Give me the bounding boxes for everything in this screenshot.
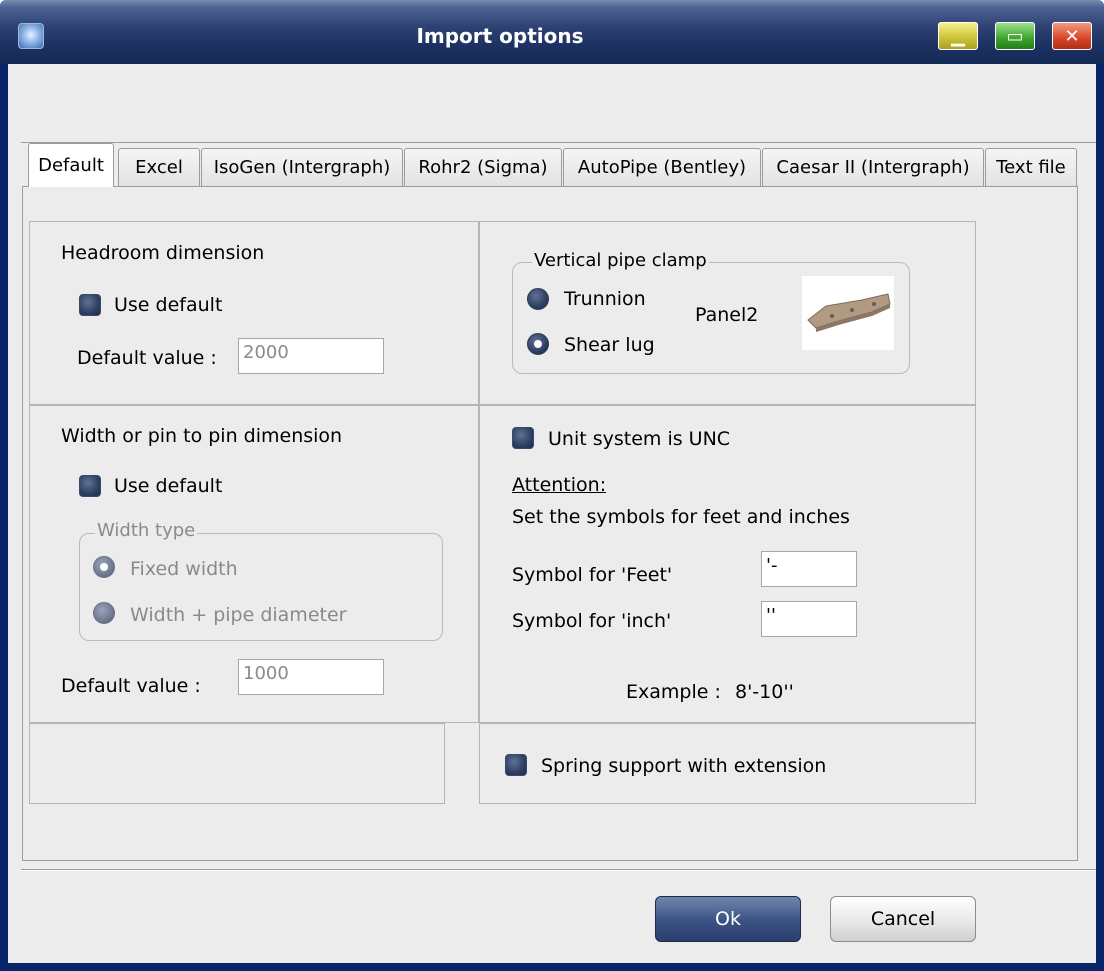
headroom-use-default-label: Use default <box>114 294 223 316</box>
headroom-title: Headroom dimension <box>61 242 265 264</box>
width-default-value-label: Default value : <box>61 675 201 697</box>
fixed-width-label: Fixed width <box>130 558 238 580</box>
width-type-legend: Width type <box>95 520 198 541</box>
empty-bottom-panel <box>29 723 445 804</box>
attention-text: Set the symbols for feet and inches <box>512 506 850 528</box>
panel2-label: Panel2 <box>695 304 759 326</box>
fixed-width-radio[interactable] <box>93 556 115 578</box>
cancel-button[interactable]: Cancel <box>830 896 976 942</box>
trunnion-label: Trunnion <box>564 288 646 310</box>
headroom-default-value-input[interactable]: 2000 <box>238 338 384 374</box>
example-value: 8'-10'' <box>735 681 794 703</box>
attention-heading: Attention: <box>512 474 607 496</box>
close-button[interactable]: ✕ <box>1052 22 1092 50</box>
minimize-icon: ▁ <box>951 25 965 47</box>
title-bar[interactable]: Import options ▁ ▭ ✕ <box>0 0 1104 64</box>
headroom-use-default-checkbox[interactable] <box>79 294 101 316</box>
clamp-preview-image <box>802 276 894 350</box>
top-panel <box>21 64 1096 143</box>
close-icon: ✕ <box>1064 25 1080 47</box>
tab-rohr2[interactable]: Rohr2 (Sigma) <box>404 148 562 186</box>
width-use-default-checkbox[interactable] <box>79 475 101 497</box>
width-plus-diameter-radio[interactable] <box>93 602 115 624</box>
headroom-default-value-label: Default value : <box>77 347 217 369</box>
tab-default[interactable]: Default <box>28 143 114 187</box>
minimize-button[interactable]: ▁ <box>938 22 978 50</box>
shear-lug-clamp-icon <box>807 293 891 332</box>
shear-lug-radio[interactable] <box>527 333 549 355</box>
width-use-default-label: Use default <box>114 475 223 497</box>
trunnion-radio[interactable] <box>527 288 549 310</box>
feet-symbol-input[interactable]: '- <box>761 551 857 587</box>
inch-symbol-label: Symbol for 'inch' <box>512 610 672 632</box>
example-label: Example : <box>626 681 721 703</box>
tab-caesar[interactable]: Caesar II (Intergraph) <box>762 148 984 186</box>
spring-support-checkbox[interactable] <box>505 754 527 776</box>
footer-separator <box>21 869 1096 871</box>
width-title: Width or pin to pin dimension <box>61 425 343 447</box>
tab-excel[interactable]: Excel <box>118 148 200 186</box>
unc-label: Unit system is UNC <box>548 428 731 450</box>
ok-button[interactable]: Ok <box>655 896 801 942</box>
tab-isogen[interactable]: IsoGen (Intergraph) <box>201 148 403 186</box>
spring-support-label: Spring support with extension <box>541 755 827 777</box>
feet-symbol-label: Symbol for 'Feet' <box>512 564 673 586</box>
window-title: Import options <box>416 24 584 48</box>
maximize-icon: ▭ <box>1006 25 1024 47</box>
inch-symbol-input[interactable]: '' <box>761 601 857 637</box>
unc-checkbox[interactable] <box>512 427 534 449</box>
tab-text-file[interactable]: Text file <box>985 148 1077 186</box>
tab-autopipe[interactable]: AutoPipe (Bentley) <box>563 148 761 186</box>
shear-lug-label: Shear lug <box>564 334 655 356</box>
maximize-button[interactable]: ▭ <box>995 22 1035 50</box>
width-plus-diameter-label: Width + pipe diameter <box>130 604 347 626</box>
width-default-value-input[interactable]: 1000 <box>238 659 384 695</box>
vertical-clamp-legend: Vertical pipe clamp <box>532 250 709 271</box>
